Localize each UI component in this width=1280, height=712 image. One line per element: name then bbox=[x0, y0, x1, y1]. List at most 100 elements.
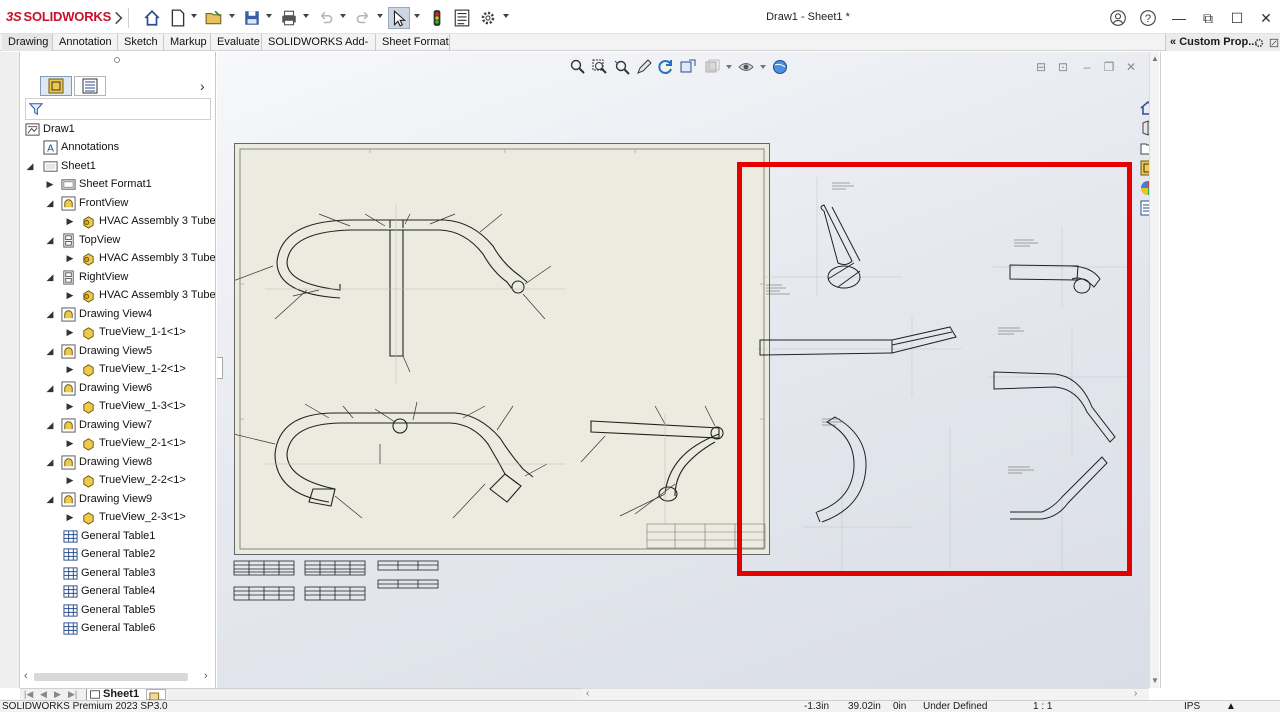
trueview-drawing-views[interactable] bbox=[742, 167, 1142, 572]
tab-sheet-format[interactable]: Sheet Format bbox=[376, 34, 450, 51]
expand-arrow-icon[interactable]: ▶ bbox=[64, 216, 76, 227]
redo-dropdown-icon[interactable] bbox=[377, 14, 383, 18]
property-manager-tab[interactable] bbox=[74, 76, 106, 96]
window-restore-icon[interactable]: ❐ bbox=[1101, 60, 1117, 74]
tab-sketch[interactable]: Sketch bbox=[118, 34, 164, 51]
expand-arrow-icon[interactable]: ▶ bbox=[64, 364, 76, 375]
appearance-globe-icon[interactable] bbox=[771, 58, 789, 76]
options-dropdown-icon[interactable] bbox=[503, 14, 509, 18]
tree-node-drawing-view9[interactable]: ◢ Drawing View9 bbox=[44, 490, 152, 508]
collapse-arrow-icon[interactable]: ◢ bbox=[44, 383, 56, 394]
custom-properties-tab[interactable]: « Custom Prop... bbox=[1165, 34, 1280, 51]
next-sheet-icon[interactable]: ▶ bbox=[54, 689, 61, 700]
tree-node-draw1[interactable]: Draw1 bbox=[24, 120, 75, 138]
tile-left-icon[interactable]: ⊟ bbox=[1033, 60, 1049, 74]
open-dropdown-icon[interactable] bbox=[229, 14, 235, 18]
tree-node-sheet1[interactable]: ◢ Sheet1 bbox=[24, 157, 96, 175]
collapse-arrow-icon[interactable]: ◢ bbox=[44, 272, 56, 283]
options-gear-icon[interactable] bbox=[478, 8, 498, 28]
scroll-down-icon[interactable]: ▼ bbox=[1151, 676, 1159, 685]
tree-node-view-child[interactable]: ▶ TrueView_1-1<1> bbox=[64, 323, 186, 341]
tree-node-drawing-view7[interactable]: ◢ Drawing View7 bbox=[44, 416, 152, 434]
tree-node-general-table3[interactable]: General Table3 bbox=[62, 564, 155, 582]
expand-arrow-icon[interactable]: ▶ bbox=[64, 475, 76, 486]
collapse-arrow-icon[interactable]: ◢ bbox=[44, 457, 56, 468]
rotate-view-icon[interactable] bbox=[657, 58, 675, 76]
last-sheet-icon[interactable]: ▶| bbox=[68, 689, 77, 700]
scroll-right-icon[interactable]: › bbox=[1134, 688, 1137, 699]
tile-right-icon[interactable]: ⊡ bbox=[1055, 60, 1071, 74]
display-style-dropdown-icon[interactable] bbox=[726, 65, 732, 69]
panel-resize-grip[interactable] bbox=[20, 57, 216, 65]
home-icon[interactable] bbox=[142, 8, 162, 28]
drawing-sheet[interactable] bbox=[224, 143, 770, 555]
close-button[interactable]: ✕ bbox=[1255, 8, 1277, 28]
tree-node-drawing-view6[interactable]: ◢ Drawing View6 bbox=[44, 379, 152, 397]
save-dropdown-icon[interactable] bbox=[266, 14, 272, 18]
first-sheet-icon[interactable]: |◀ bbox=[24, 689, 33, 700]
add-sheet-icon[interactable] bbox=[146, 689, 166, 701]
tab-drawing[interactable]: Drawing bbox=[2, 34, 53, 51]
sketch-pen-icon[interactable] bbox=[635, 58, 653, 76]
tree-node-view-child[interactable]: ▶ TrueView_2-3<1> bbox=[64, 508, 186, 526]
graphics-area[interactable]: ⊟ ⊡ – ❐ ✕ bbox=[217, 52, 1149, 688]
print-dropdown-icon[interactable] bbox=[303, 14, 309, 18]
previous-view-icon[interactable] bbox=[613, 58, 631, 76]
tree-node-general-table2[interactable]: General Table2 bbox=[62, 545, 155, 563]
tree-node-view-child[interactable]: ▶ HVAC Assembly 3 Tube< bbox=[64, 249, 216, 267]
tree-node-drawing-view4[interactable]: ◢ Drawing View4 bbox=[44, 305, 152, 323]
rebuild-icon[interactable] bbox=[427, 8, 447, 28]
custom-properties-gear-icon[interactable] bbox=[1253, 37, 1265, 49]
tab-evaluate[interactable]: Evaluate bbox=[211, 34, 262, 51]
scroll-right-icon[interactable]: › bbox=[204, 670, 208, 682]
tree-node-view-child[interactable]: ▶ TrueView_2-1<1> bbox=[64, 434, 186, 452]
expand-arrow-icon[interactable]: ▶ bbox=[64, 290, 76, 301]
minimize-button[interactable]: — bbox=[1168, 8, 1190, 28]
window-close-icon[interactable]: ✕ bbox=[1123, 60, 1139, 74]
canvas-horizontal-scrollbar[interactable]: ‹ › bbox=[582, 688, 1149, 700]
save-icon[interactable] bbox=[242, 8, 262, 28]
collapse-arrow-icon[interactable]: ◢ bbox=[44, 346, 56, 357]
open-folder-icon[interactable] bbox=[204, 8, 224, 28]
tree-node-annotations[interactable]: A Annotations bbox=[42, 138, 119, 156]
expand-arrow-icon[interactable]: ▶ bbox=[64, 253, 76, 264]
tab-annotation[interactable]: Annotation bbox=[53, 34, 118, 51]
tree-node-drawing-view8[interactable]: ◢ Drawing View8 bbox=[44, 453, 152, 471]
redo-icon[interactable] bbox=[353, 8, 373, 28]
tree-node-view-child[interactable]: ▶ TrueView_2-2<1> bbox=[64, 471, 186, 489]
tree-horizontal-scrollbar[interactable]: ‹ › bbox=[20, 670, 216, 684]
panel-tabs-next-icon[interactable]: › bbox=[200, 79, 210, 93]
expand-arrow-icon[interactable]: ▶ bbox=[44, 179, 56, 190]
tree-node-general-table6[interactable]: General Table6 bbox=[62, 619, 155, 637]
canvas-vertical-scrollbar[interactable]: ▲ ▼ bbox=[1149, 52, 1159, 688]
print-icon[interactable] bbox=[279, 8, 299, 28]
sheet-edge-handle[interactable] bbox=[217, 357, 223, 379]
select-icon[interactable] bbox=[388, 7, 410, 29]
expand-arrow-icon[interactable]: ▶ bbox=[64, 438, 76, 449]
feature-manager-tab[interactable] bbox=[40, 76, 72, 96]
sheet-scale[interactable]: 1 : 1 bbox=[1033, 701, 1052, 712]
collapse-arrow-icon[interactable]: ◢ bbox=[44, 309, 56, 320]
left-collapse-strip[interactable] bbox=[0, 52, 20, 688]
collapse-arrow-icon[interactable]: ◢ bbox=[24, 161, 36, 172]
new-dropdown-icon[interactable] bbox=[191, 14, 197, 18]
restore-button[interactable]: ⧉ bbox=[1197, 8, 1219, 28]
unit-system[interactable]: IPS bbox=[1184, 701, 1200, 712]
prev-sheet-icon[interactable]: ◀ bbox=[40, 689, 47, 700]
file-properties-icon[interactable] bbox=[452, 8, 472, 28]
select-dropdown-icon[interactable] bbox=[414, 14, 420, 18]
tree-node-rightview[interactable]: ◢ RightView bbox=[44, 268, 128, 286]
display-style-icon[interactable] bbox=[703, 58, 721, 76]
pin-icon[interactable] bbox=[1268, 37, 1280, 49]
general-tables-group[interactable] bbox=[233, 559, 443, 603]
tab-markup[interactable]: Markup bbox=[164, 34, 211, 51]
collapse-arrow-icon[interactable]: ◢ bbox=[44, 494, 56, 505]
scroll-left-icon[interactable]: ‹ bbox=[586, 688, 589, 699]
tree-filter-box[interactable] bbox=[25, 98, 211, 120]
expand-arrow-icon[interactable]: ▶ bbox=[64, 327, 76, 338]
new-document-icon[interactable] bbox=[168, 8, 188, 28]
tree-node-topview[interactable]: ◢ TopView bbox=[44, 231, 120, 249]
window-minimize-icon[interactable]: – bbox=[1079, 60, 1095, 74]
hide-show-dropdown-icon[interactable] bbox=[760, 65, 766, 69]
pan-view-icon[interactable] bbox=[679, 58, 697, 76]
